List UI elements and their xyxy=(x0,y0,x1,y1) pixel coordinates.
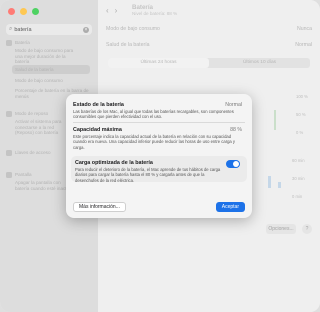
capacity-title: Capacidad máxima xyxy=(73,127,122,133)
optimized-section: Carga optimizada de la batería Para redu… xyxy=(75,160,225,183)
capacity-desc: Este porcentaje indica la capacidad actu… xyxy=(73,134,236,150)
capacity-value: 88 % xyxy=(230,127,242,133)
capacity-section: Capacidad máxima 88 % Este porcentaje in… xyxy=(73,127,245,150)
optimized-charging-toggle[interactable] xyxy=(226,160,240,168)
health-value: Normal xyxy=(225,102,242,108)
accept-button[interactable]: Aceptar xyxy=(215,202,245,212)
divider xyxy=(73,122,245,123)
battery-health-sheet: Estado de la batería Normal Las baterías… xyxy=(66,94,252,218)
health-desc: Las baterías de los Mac, al igual que to… xyxy=(73,109,234,120)
health-title: Estado de la batería xyxy=(73,102,124,108)
more-info-button[interactable]: Más información... xyxy=(73,202,126,212)
optimized-title: Carga optimizada de la batería xyxy=(75,160,153,166)
health-section: Estado de la batería Normal Las baterías… xyxy=(73,102,245,120)
optimized-charging-card: Carga optimizada de la batería Para redu… xyxy=(71,156,247,183)
optimized-desc: Para reducir el deterioro de la batería,… xyxy=(75,167,221,183)
